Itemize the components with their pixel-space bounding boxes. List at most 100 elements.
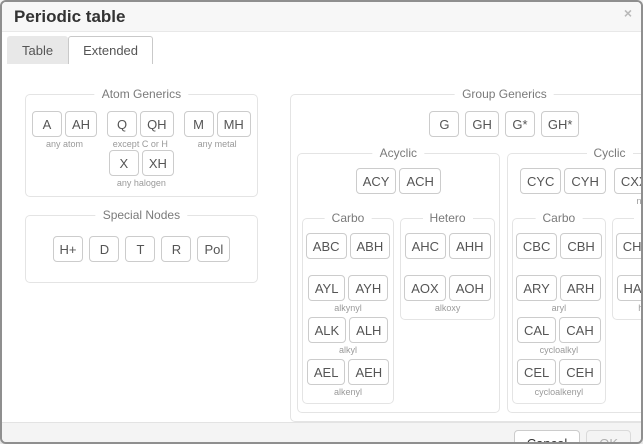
- cyclic-legend: Cyclic: [587, 146, 633, 160]
- button-chc[interactable]: CHC: [616, 233, 643, 259]
- cyclic-hetero-stack: CHC CHH HAR HAH: [616, 233, 643, 313]
- button-alh[interactable]: ALH: [349, 317, 388, 343]
- cyclic-carbo-legend: Carbo: [536, 211, 583, 225]
- special-nodes-legend: Special Nodes: [96, 208, 187, 222]
- button-group-alkyl: ALK ALH alkyl: [308, 317, 389, 355]
- button-pol[interactable]: Pol: [197, 236, 230, 262]
- button-gh[interactable]: GH: [465, 111, 499, 137]
- button-aoh[interactable]: AOH: [449, 275, 491, 301]
- cyclic-carbo-stack: CBC CBH ARY ARH: [516, 233, 602, 397]
- button-ah[interactable]: AH: [65, 111, 97, 137]
- button-group-any-metal: M MH any metal: [184, 111, 251, 149]
- atom-generics-row-2: X XH any halogen: [32, 150, 251, 188]
- button-cyc[interactable]: CYC: [520, 168, 561, 194]
- group-caption: except C or H: [113, 139, 168, 149]
- periodic-table-dialog: Periodic table × Table Extended Atom Gen…: [0, 0, 643, 444]
- cyclic-hetero-section: Hetero CHC CHH: [612, 218, 643, 320]
- button-r[interactable]: R: [161, 236, 191, 262]
- acyclic-hetero-stack: AHC AHH AOX AOH: [404, 233, 491, 313]
- button-group-cyclic: CYC CYH: [520, 168, 606, 206]
- dialog-title: Periodic table: [14, 7, 125, 27]
- button-acy[interactable]: ACY: [356, 168, 397, 194]
- button-t[interactable]: T: [125, 236, 155, 262]
- button-group-alkoxy: AOX AOH alkoxy: [404, 275, 491, 313]
- button-cbc[interactable]: CBC: [516, 233, 557, 259]
- button-gh-star[interactable]: GH*: [541, 111, 580, 137]
- group-caption: aryl: [552, 303, 567, 313]
- button-aox[interactable]: AOX: [404, 275, 445, 301]
- group-generics-section: Group Generics G GH G* GH* Acyclic ACY: [290, 94, 643, 422]
- button-q[interactable]: Q: [107, 111, 137, 137]
- button-xh[interactable]: XH: [142, 150, 174, 176]
- button-cel[interactable]: CEL: [517, 359, 556, 385]
- button-ael[interactable]: AEL: [307, 359, 346, 385]
- group-caption: alkoxy: [435, 303, 461, 313]
- button-cal[interactable]: CAL: [517, 317, 556, 343]
- group-caption: alkynyl: [334, 303, 362, 313]
- button-ahh[interactable]: AHH: [449, 233, 490, 259]
- tab-bar: Table Extended: [2, 32, 641, 64]
- button-har[interactable]: HAR: [617, 275, 643, 301]
- atom-generics-legend: Atom Generics: [95, 87, 188, 101]
- button-ceh[interactable]: CEH: [559, 359, 600, 385]
- cyclic-sub-row: Carbo CBC CBH: [512, 218, 643, 404]
- group-caption: hetero aryl: [638, 303, 643, 313]
- button-group-except-c-or-h: Q QH except C or H: [107, 111, 174, 149]
- button-ayl[interactable]: AYL: [308, 275, 346, 301]
- tab-extended[interactable]: Extended: [68, 36, 153, 64]
- button-cbh[interactable]: CBH: [560, 233, 601, 259]
- button-cxx[interactable]: CXX: [614, 168, 643, 194]
- group-generics-columns: Acyclic ACY ACH: [297, 153, 643, 413]
- button-group: ABC ABH: [306, 233, 390, 271]
- acyclic-legend: Acyclic: [373, 146, 424, 160]
- button-aeh[interactable]: AEH: [348, 359, 389, 385]
- button-h-plus[interactable]: H+: [53, 236, 84, 262]
- acyclic-hetero-legend: Hetero: [423, 211, 473, 225]
- special-nodes-section: Special Nodes H+ D T R Pol: [25, 215, 258, 283]
- ok-button[interactable]: OK: [586, 430, 631, 444]
- button-ach[interactable]: ACH: [399, 168, 440, 194]
- button-group: AHC AHH: [405, 233, 491, 271]
- button-g[interactable]: G: [429, 111, 459, 137]
- dialog-header: Periodic table ×: [2, 2, 641, 32]
- button-group-hetero-aryl: HAR HAH hetero aryl: [617, 275, 643, 313]
- button-a[interactable]: A: [32, 111, 62, 137]
- group-caption: cycloalkenyl: [535, 387, 584, 397]
- button-group-no-carbon: CXX CXH no carbon: [614, 168, 643, 206]
- button-group-any-halogen: X XH any halogen: [109, 150, 174, 188]
- button-group-cycloalkenyl: CEL CEH cycloalkenyl: [517, 359, 601, 397]
- group-generics-row: G GH G* GH*: [297, 111, 643, 137]
- cyclic-section: Cyclic CYC CYH CXX: [507, 153, 643, 413]
- button-group-acyclic: ACY ACH: [356, 168, 441, 206]
- button-qh[interactable]: QH: [140, 111, 174, 137]
- button-g-star[interactable]: G*: [505, 111, 535, 137]
- button-ayh[interactable]: AYH: [348, 275, 388, 301]
- button-abh[interactable]: ABH: [350, 233, 391, 259]
- button-group-cycloalkyl: CAL CAH cycloalkyl: [517, 317, 601, 355]
- button-ary[interactable]: ARY: [516, 275, 557, 301]
- group-caption: any halogen: [117, 178, 166, 188]
- button-cyh[interactable]: CYH: [564, 168, 605, 194]
- button-group-alkenyl: AEL AEH alkenyl: [307, 359, 389, 397]
- button-cah[interactable]: CAH: [559, 317, 600, 343]
- right-column: Group Generics G GH G* GH* Acyclic ACY: [290, 94, 643, 422]
- button-arh[interactable]: ARH: [560, 275, 601, 301]
- acyclic-hetero-section: Hetero AHC AHH: [400, 218, 495, 320]
- acyclic-carbo-stack: ABC ABH AYL AYH: [306, 233, 390, 397]
- button-alk[interactable]: ALK: [308, 317, 347, 343]
- button-d[interactable]: D: [89, 236, 119, 262]
- cancel-button[interactable]: Cancel: [514, 430, 580, 444]
- button-abc[interactable]: ABC: [306, 233, 347, 259]
- close-icon[interactable]: ×: [624, 6, 632, 20]
- acyclic-section: Acyclic ACY ACH: [297, 153, 500, 413]
- atom-generics-row-1: A AH any atom Q QH except C or H: [32, 111, 251, 149]
- button-mh[interactable]: MH: [217, 111, 251, 137]
- cyclic-carbo-section: Carbo CBC CBH: [512, 218, 606, 404]
- tab-table[interactable]: Table: [7, 36, 68, 64]
- atom-generics-section: Atom Generics A AH any atom Q QH: [25, 94, 258, 197]
- button-m[interactable]: M: [184, 111, 214, 137]
- button-x[interactable]: X: [109, 150, 139, 176]
- button-ahc[interactable]: AHC: [405, 233, 446, 259]
- group-caption: cycloalkyl: [540, 345, 579, 355]
- acyclic-sub-row: Carbo ABC ABH: [302, 218, 495, 404]
